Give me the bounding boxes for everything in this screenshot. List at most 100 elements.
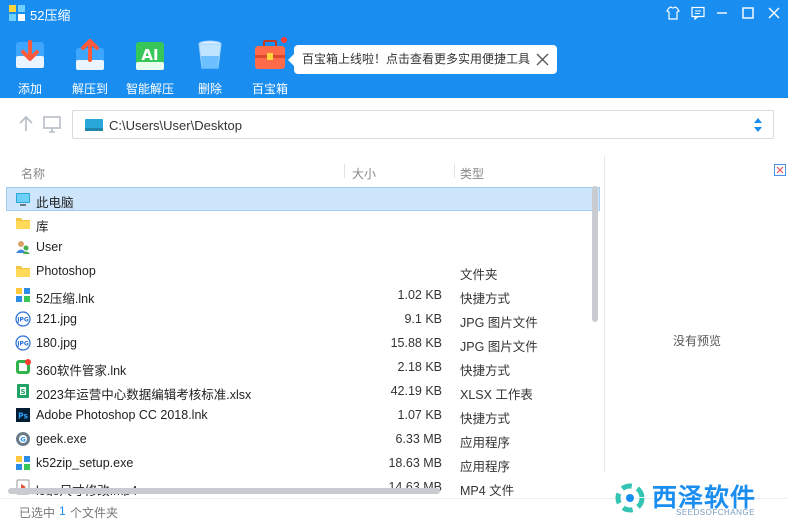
user-icon [16, 241, 30, 254]
file-size: 1.02 KB [397, 288, 442, 302]
watermark-logo-icon [615, 483, 645, 513]
file-row[interactable]: JPG 121.jpg 9.1 KB JPG 图片文件 [6, 307, 600, 331]
extract-to-button[interactable]: 解压到 [60, 36, 120, 96]
file-row[interactable]: 52压缩.lnk 1.02 KB 快捷方式 [6, 283, 600, 307]
software-manager-icon [16, 359, 31, 374]
feedback-button[interactable] [687, 3, 709, 23]
file-row[interactable]: User [6, 235, 600, 259]
app-logo-icon [9, 5, 25, 21]
status-suffix: 个文件夹 [70, 506, 119, 520]
toolbox-tip[interactable]: 百宝箱上线啦！点击查看更多实用便捷工具 [288, 45, 557, 74]
file-type: 快捷方式 [460, 292, 511, 306]
file-size: 15.88 KB [390, 336, 442, 350]
file-row[interactable]: 此电脑 [6, 187, 600, 211]
file-name: Photoshop [36, 264, 96, 278]
horizontal-scrollbar[interactable] [8, 488, 440, 494]
up-arrow-icon[interactable] [16, 114, 36, 134]
ai-extract-button[interactable]: AI 智能解压 [120, 36, 180, 96]
address-path: C:\Users\User\Desktop [109, 118, 242, 133]
feedback-icon [691, 6, 705, 20]
close-button[interactable] [763, 3, 785, 23]
delete-button[interactable]: 删除 [180, 36, 240, 96]
dropdown-arrows-icon[interactable] [753, 116, 763, 134]
file-row[interactable]: 360软件管家.lnk 2.18 KB 快捷方式 [6, 355, 600, 379]
file-row[interactable]: JPG 180.jpg 15.88 KB JPG 图片文件 [6, 331, 600, 355]
list-header: 名称 大小 类型 [0, 156, 604, 186]
folder-icon [16, 266, 30, 277]
file-row[interactable]: k52zip_setup.exe 18.63 MB 应用程序 [6, 451, 600, 475]
status-count: 1 [59, 504, 66, 518]
ad-close-icon[interactable] [774, 164, 786, 176]
svg-text:JPG: JPG [16, 341, 29, 348]
svg-text:G: G [20, 436, 25, 444]
column-size-header[interactable]: 大小 [352, 165, 376, 182]
maximize-button[interactable] [737, 3, 759, 23]
preview-pane: 没有预览 [604, 156, 788, 472]
toolbox-icon [255, 37, 287, 69]
file-name: 库 [36, 220, 49, 234]
file-type: 应用程序 [460, 436, 511, 450]
file-type: MP4 文件 [460, 484, 515, 496]
xlsx-icon: S [17, 384, 29, 398]
jpg-icon: JPG [15, 335, 31, 351]
file-row[interactable]: S 2023年运营中心数据编辑考核标准.xlsx 42.19 KB XLSX 工作表 [6, 379, 600, 403]
column-name-header[interactable]: 名称 [21, 165, 45, 182]
column-divider[interactable] [454, 164, 455, 178]
file-row[interactable]: 库 [6, 211, 600, 235]
skin-button[interactable] [662, 3, 684, 23]
geek-icon: G [16, 432, 30, 446]
file-name: 121.jpg [36, 312, 78, 326]
extract-to-icon [76, 39, 104, 70]
jpg-icon: JPG [15, 311, 31, 327]
file-size: 18.63 MB [388, 456, 442, 470]
add-archive-icon [16, 40, 44, 68]
toolbox-tip-text: 百宝箱上线啦！点击查看更多实用便捷工具 [302, 52, 531, 66]
file-name: geek.exe [36, 432, 87, 446]
svg-text:Ps: Ps [18, 412, 28, 421]
file-size: 6.33 MB [395, 432, 442, 446]
title-bar[interactable]: 52压缩 [0, 0, 788, 26]
preview-empty-text: 没有预览 [672, 334, 721, 348]
vertical-scrollbar[interactable] [592, 186, 598, 322]
file-name: 360软件管家.lnk [36, 364, 127, 378]
delete-icon [198, 40, 222, 69]
file-row[interactable]: Ggeek.exe 6.33 MB 应用程序 [6, 427, 600, 451]
file-size: 9.1 KB [404, 312, 442, 326]
file-size: 2.18 KB [397, 360, 442, 374]
maximize-icon [742, 7, 754, 19]
file-row[interactable]: Photoshop 文件夹 [6, 259, 600, 283]
file-type: 快捷方式 [460, 412, 511, 426]
file-name: 2023年运营中心数据编辑考核标准.xlsx [36, 388, 252, 402]
close-icon [768, 7, 780, 19]
address-bar[interactable]: C:\Users\User\Desktop [72, 110, 774, 139]
header: 52压缩 添加 解压到 AI 智能解压 删除 百宝箱 百宝箱上线啦！点击查看更多… [0, 0, 788, 98]
add-button[interactable]: 添加 [0, 36, 60, 96]
file-type: JPG 图片文件 [460, 340, 538, 354]
app-logo-icon [16, 456, 30, 470]
computer-icon[interactable] [42, 114, 62, 134]
file-rows: 此电脑库 User Photoshop 文件夹 52压缩.lnk 1.02 KB 快捷方式 J… [6, 187, 600, 496]
file-row[interactable]: Ps Adobe Photoshop CC 2018.lnk 1.07 KB 快捷方式 [6, 403, 600, 427]
svg-text:JPG: JPG [16, 317, 29, 324]
file-name: k52zip_setup.exe [36, 456, 134, 470]
computer-icon [16, 193, 30, 206]
ai-extract-icon: AI [136, 42, 164, 70]
skin-icon [666, 6, 680, 20]
file-type: XLSX 工作表 [460, 388, 533, 402]
minimize-button[interactable] [711, 3, 733, 23]
column-type-header[interactable]: 类型 [460, 165, 484, 182]
file-size: 1.07 KB [397, 408, 442, 422]
file-type: 文件夹 [460, 268, 498, 282]
file-list: 名称 大小 类型 此电脑库 User Photoshop 文件夹 52压缩.lnk 1.0… [0, 156, 604, 496]
watermark-subtext: SEEDSOFCHANGE [676, 508, 755, 517]
file-type: 应用程序 [460, 460, 511, 474]
close-icon[interactable] [536, 53, 549, 66]
svg-text:S: S [20, 388, 25, 396]
svg-text:AI: AI [141, 46, 158, 64]
desktop-icon [85, 119, 103, 131]
column-divider[interactable] [344, 164, 345, 178]
file-name: Adobe Photoshop CC 2018.lnk [36, 408, 208, 422]
folder-icon [16, 218, 30, 229]
file-type: 快捷方式 [460, 364, 511, 378]
navigation-bar: C:\Users\User\Desktop [0, 98, 788, 152]
